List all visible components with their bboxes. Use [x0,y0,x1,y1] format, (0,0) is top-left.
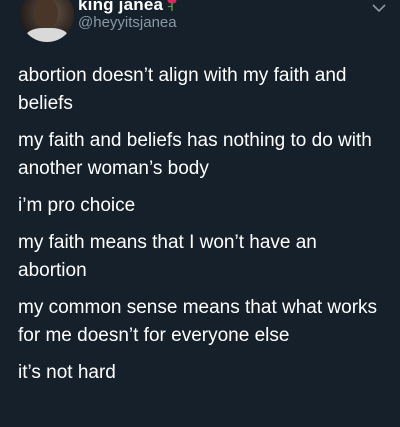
tweet-line: it’s not hard [18,362,116,383]
tweet-line: my faith and beliefs has nothing to do w… [18,130,372,179]
author-display-name[interactable]: king janea [78,0,163,15]
avatar-face [34,0,58,28]
avatar-shirt [26,28,68,42]
author-handle[interactable]: @heyyitsjanea [78,14,177,31]
chevron-down-icon[interactable] [372,0,386,13]
tweet-line: i’m pro choice [18,195,136,216]
rose-emoji-icon [166,0,178,14]
tweet-line: abortion doesn’t align with my faith and… [18,65,347,114]
tweet-header: king janea @heyyitsjanea [0,0,400,46]
tweet-line: my faith means that I won’t have an abor… [18,232,317,281]
tweet-line: my common sense means that what works fo… [18,297,378,346]
avatar[interactable] [20,0,74,42]
tweet-text: abortion doesn’t align with my faith and… [18,62,390,396]
